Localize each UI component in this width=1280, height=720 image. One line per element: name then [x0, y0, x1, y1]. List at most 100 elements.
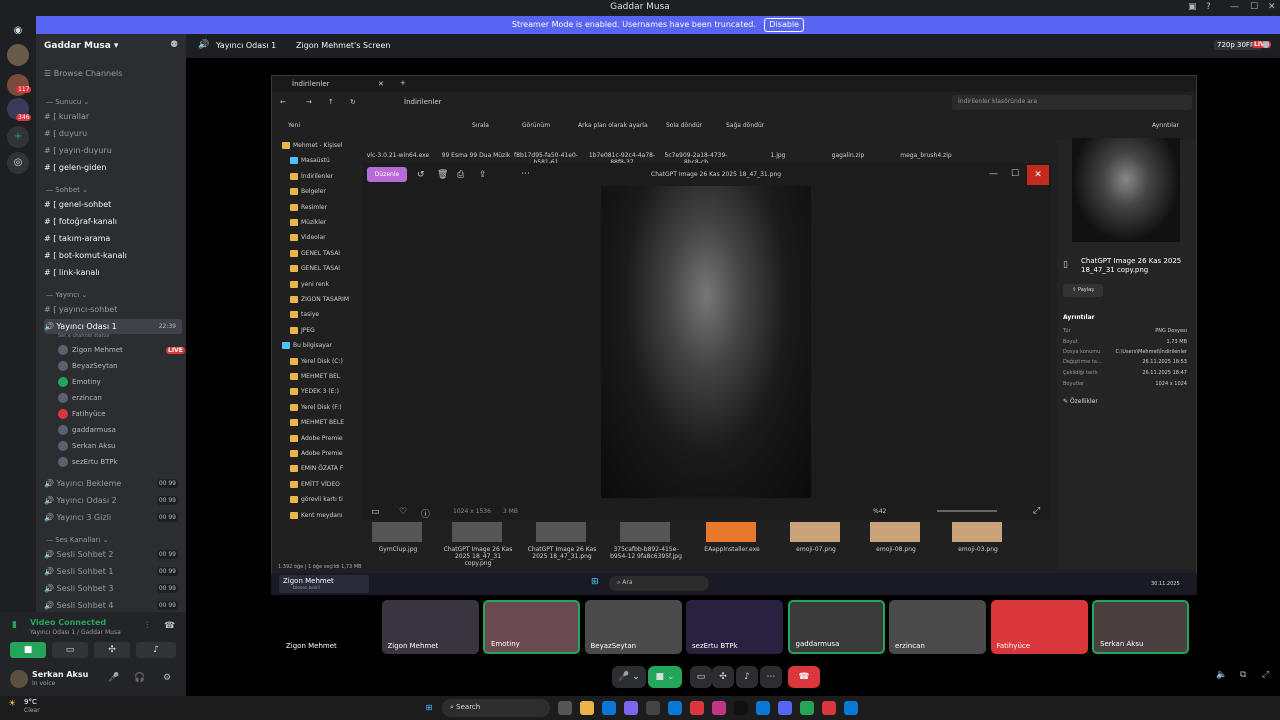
nav-item[interactable]: yeni renk [290, 277, 329, 292]
voice-channel-active[interactable]: 🔊 Yayıncı Odası 1 22:39 [44, 319, 182, 334]
header-screen[interactable]: Zigon Mehmet's Screen [296, 41, 390, 50]
file-thumbnail[interactable] [620, 522, 670, 542]
explorer-tab[interactable]: İndirilenler [292, 80, 330, 88]
inbox-icon[interactable]: ▣ [1188, 2, 1197, 12]
nav-item[interactable]: Kent meydanı [290, 508, 342, 523]
mute-button[interactable]: 🎤 ⌄ [612, 666, 646, 688]
leave-call-button[interactable]: ☎ [788, 666, 820, 688]
nav-item[interactable]: Masaüstü [290, 153, 330, 168]
voice-user[interactable]: Serkan Aksu [58, 439, 115, 454]
nav-item[interactable]: MEHMET BEL [290, 369, 340, 384]
username[interactable]: Serkan Aksu [32, 670, 88, 679]
app-icon[interactable] [756, 701, 770, 715]
browser-icon[interactable] [668, 701, 682, 715]
task-view-icon[interactable] [558, 701, 572, 715]
nav-item[interactable]: tasiye [290, 307, 319, 322]
file-thumbnail[interactable] [372, 522, 422, 542]
voice-channel[interactable]: 🔊 Yayıncı 3 Gizli 00 99 [44, 510, 182, 525]
participant-tile[interactable]: Fatihyüce [990, 600, 1088, 654]
rotate-left-button[interactable]: Sola döndür [666, 122, 702, 129]
maximize-icon[interactable]: ☐ [1250, 2, 1258, 12]
voice-user[interactable]: Fatihyüce [58, 407, 106, 422]
up-icon[interactable]: ↑ [328, 98, 334, 106]
nav-item[interactable]: görevli kartı ti [290, 492, 343, 507]
file-item[interactable]: EAappInstaller.exe [696, 546, 768, 553]
search-input[interactable]: İndirilenler klasöründe ara [952, 95, 1192, 110]
file-item[interactable]: mega_brush4.zip [890, 152, 962, 159]
channel-gelen-giden[interactable]: # [ gelen-giden [44, 160, 182, 175]
browse-channels[interactable]: ☰ Browse Channels [44, 66, 182, 81]
store-icon[interactable] [646, 701, 660, 715]
connection-title[interactable]: Video Connected [30, 618, 106, 627]
close-tab-icon[interactable]: ✕ [378, 80, 384, 88]
minimize-icon[interactable]: — [1230, 2, 1239, 12]
fullscreen-icon[interactable]: ⤢ [1262, 670, 1269, 680]
nav-item[interactable]: Adobe Premie [290, 446, 343, 461]
maximize-icon[interactable]: ☐ [1011, 169, 1019, 179]
windows-start-icon[interactable]: ⊞ [591, 577, 599, 587]
category-sohbet[interactable]: — Sohbet ⌄ [46, 183, 184, 198]
channel-bot-komut[interactable]: # [ bot-komut-kanalı [44, 248, 182, 263]
headphones-icon[interactable]: 🎧 [134, 673, 145, 683]
participant-tile[interactable]: Zigon Mehmet [381, 600, 479, 654]
voice-user[interactable]: BeyazSeytan [58, 359, 118, 374]
app-icon[interactable] [844, 701, 858, 715]
share-screen-button[interactable]: ▭ [690, 666, 712, 688]
file-item[interactable]: 99 Esma 99 Dua Müzik [440, 152, 512, 159]
app-icon[interactable] [624, 701, 638, 715]
disable-button[interactable]: Disable [764, 18, 805, 32]
channel-kurallar[interactable]: # [ kurallar [44, 109, 182, 124]
participant-tile[interactable]: sezErtu BTPk [686, 600, 783, 654]
forward-icon[interactable]: → [306, 98, 312, 106]
discord-icon[interactable] [778, 701, 792, 715]
voice-channel[interactable]: 🔊 Sesli Sohbet 3 00 99 [44, 581, 182, 596]
nav-item[interactable]: JPEG [290, 323, 315, 338]
camera-button[interactable]: ■ [10, 642, 46, 658]
nav-item[interactable]: GENEL TASAI [290, 261, 340, 276]
new-button[interactable]: Yeni [288, 122, 300, 129]
settings-gear-icon[interactable]: ⚙ [163, 673, 171, 683]
help-icon[interactable]: ? [1206, 2, 1211, 12]
file-thumbnail[interactable] [790, 522, 840, 542]
favorite-icon[interactable]: ♡ [399, 507, 407, 517]
print-icon[interactable]: ⎙ [457, 170, 464, 180]
nav-item[interactable]: YEDEK 3 (E:) [290, 384, 339, 399]
view-button[interactable]: Görünüm [522, 122, 550, 129]
app-icon[interactable] [800, 701, 814, 715]
windows-search[interactable]: ⌕ Ara [609, 576, 709, 591]
signal-icon[interactable]: ▮ [12, 620, 17, 630]
taskbar-search[interactable]: ⌕ Search [442, 699, 550, 717]
nav-item[interactable]: İndirilenler [290, 169, 333, 184]
nav-item[interactable]: Mehmet - Kişisel [282, 138, 342, 153]
more-options-button[interactable]: ⋯ [760, 666, 782, 688]
nav-item[interactable]: Müzikler [290, 215, 326, 230]
server-avatar[interactable] [7, 44, 29, 66]
volume-icon[interactable]: 🔈 [1216, 670, 1227, 680]
nav-item[interactable]: Resimler [290, 200, 327, 215]
edit-button[interactable]: Düzenle [367, 167, 407, 182]
voice-channel[interactable]: 🔊 Sesli Sohbet 1 00 99 [44, 564, 182, 579]
start-icon[interactable]: ⊞ [422, 701, 436, 715]
edge-icon[interactable] [602, 701, 616, 715]
explore-icon[interactable]: ◎ [7, 152, 29, 174]
channel-fotograf[interactable]: # [ fotoğraf-kanalı [44, 214, 182, 229]
zoom-slider[interactable] [937, 510, 997, 512]
info-icon[interactable]: ⓘ [421, 507, 430, 520]
share-button[interactable]: ⇪ Paylaş [1063, 284, 1103, 297]
file-item[interactable]: emoji-03.png [942, 546, 1014, 553]
connection-sub[interactable]: Yayıncı Odası 1 / Gaddar Musa [30, 629, 121, 636]
voice-channel[interactable]: 🔊 Yayıncı Odası 2 00 99 [44, 493, 182, 508]
chrome-icon[interactable] [822, 701, 836, 715]
file-item[interactable]: emoji-08.png [860, 546, 932, 553]
invite-icon[interactable]: ⚉ [170, 40, 178, 50]
zoom-level[interactable]: %42 [873, 508, 886, 515]
file-thumbnail[interactable] [452, 522, 502, 542]
nav-item[interactable]: GENEL TASAI [290, 246, 340, 261]
file-item[interactable]: 375cafbb-b892-415e-b954-12 9fa8c6395f.jp… [610, 546, 682, 560]
file-item[interactable]: emoji-07.png [780, 546, 852, 553]
nav-item[interactable]: EMİTT VİDEO [290, 477, 340, 492]
activities-button[interactable]: ✣ [712, 666, 734, 688]
sort-button[interactable]: Sırala [472, 122, 489, 129]
participant-tile[interactable]: BeyazSeytan [584, 600, 682, 654]
channel-status[interactable]: Set a channel status [58, 333, 109, 339]
